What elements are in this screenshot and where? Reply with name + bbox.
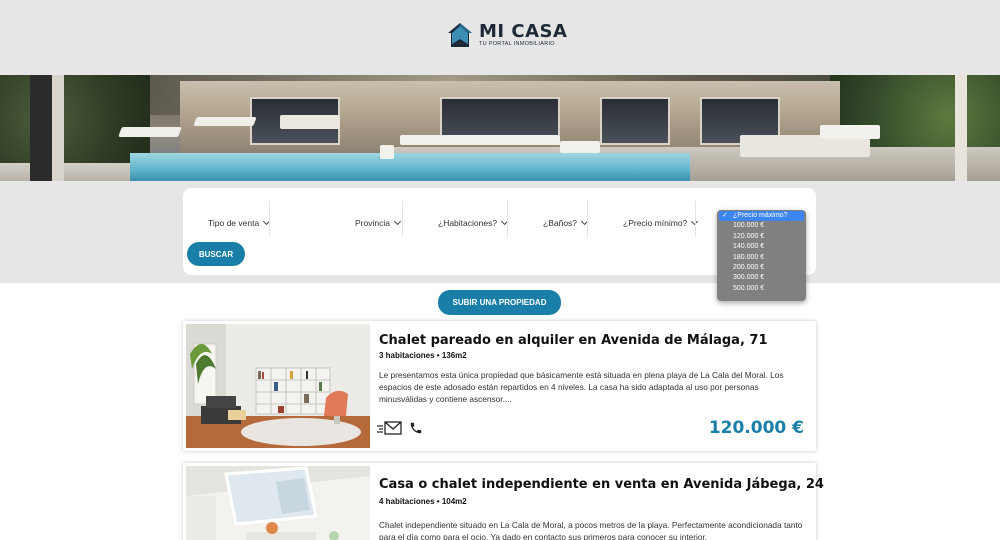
- chevron-down-icon: [393, 217, 402, 225]
- dropdown-option[interactable]: 100.000 €: [717, 221, 806, 231]
- dropdown-option-label: ¿Precio máximo?: [733, 212, 788, 219]
- filter-precio-minimo[interactable]: ¿Precio mínimo?: [623, 215, 699, 230]
- filter-provincia[interactable]: Provincia: [355, 215, 402, 230]
- filter-label: ¿Baños?: [543, 217, 578, 228]
- property-card[interactable]: Chalet pareado en alquiler en Avenida de…: [183, 321, 816, 451]
- property-title[interactable]: Casa o chalet independiente en venta en …: [379, 477, 824, 492]
- dropdown-option[interactable]: 120.000 €: [717, 232, 806, 242]
- buscar-button[interactable]: BUSCAR: [187, 242, 245, 266]
- dropdown-option[interactable]: 300.000 €: [717, 273, 806, 283]
- filter-habitaciones[interactable]: ¿Habitaciones?: [438, 215, 509, 230]
- dropdown-option[interactable]: 180.000 €: [717, 253, 806, 263]
- upload-property-button[interactable]: SUBIR UNA PROPIEDAD: [438, 290, 561, 315]
- property-card[interactable]: Casa o chalet independiente en venta en …: [183, 463, 824, 540]
- site-logo[interactable]: MI CASA TU PORTAL INMOBILIARIO: [447, 22, 567, 52]
- filter-banos[interactable]: ¿Baños?: [543, 215, 589, 230]
- checkmark-icon: ✓: [722, 212, 728, 219]
- dropdown-option-selected[interactable]: ✓ ¿Precio máximo?: [719, 211, 804, 222]
- property-description: Chalet independiente situado en La Cala …: [379, 520, 803, 540]
- hero-banner-image: [0, 75, 1000, 181]
- dropdown-option[interactable]: 200.000 €: [717, 263, 806, 273]
- property-meta: 3 habitaciones • 136m2: [379, 351, 467, 360]
- bright-room-photo: [186, 466, 370, 540]
- property-title[interactable]: Chalet pareado en alquiler en Avenida de…: [379, 333, 768, 348]
- filter-label: ¿Precio mínimo?: [623, 217, 688, 228]
- phone-icon[interactable]: [408, 420, 424, 436]
- logo-title: MI CASA: [479, 21, 568, 42]
- filter-label: Tipo de venta: [208, 217, 260, 228]
- site-header: MI CASA TU PORTAL INMOBILIARIO: [0, 0, 1000, 75]
- filter-label: ¿Habitaciones?: [438, 217, 498, 228]
- filter-tipo-de-venta[interactable]: Tipo de venta: [208, 215, 271, 230]
- filter-label: Provincia: [355, 217, 390, 228]
- property-meta: 4 habitaciones • 104m2: [379, 497, 467, 506]
- house-logo-icon: [448, 23, 472, 47]
- property-description: Le presentamos esta única propiedad que …: [379, 370, 784, 404]
- dropdown-option[interactable]: 500.000 €: [717, 284, 806, 294]
- max-price-dropdown[interactable]: ✓ ¿Precio máximo? 100.000 € 120.000 € 140…: [717, 210, 806, 301]
- living-room-photo: [186, 324, 370, 448]
- property-price: 120.000 €: [708, 418, 804, 438]
- property-photo[interactable]: [186, 324, 370, 448]
- email-icon[interactable]: [377, 420, 403, 436]
- dropdown-option[interactable]: 140.000 €: [717, 242, 806, 252]
- logo-tagline: TU PORTAL INMOBILIARIO: [479, 41, 555, 47]
- property-photo[interactable]: [186, 466, 370, 540]
